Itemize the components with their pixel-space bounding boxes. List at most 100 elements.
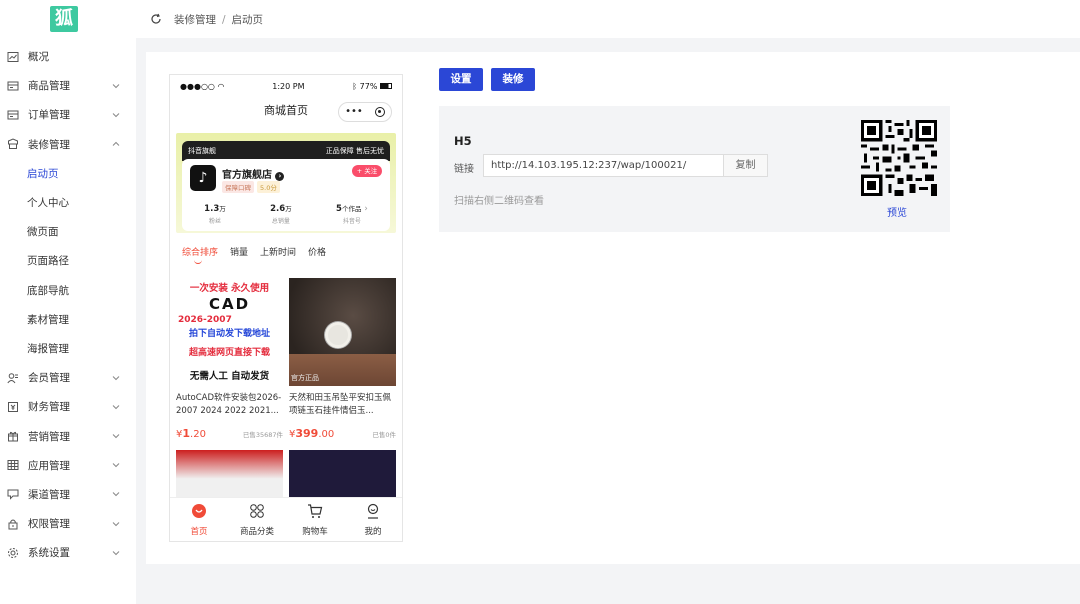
sidebar-item-label: 商品管理 — [28, 80, 70, 93]
stat-works[interactable]: 5个作品 › 抖音号 — [336, 203, 368, 225]
sidebar-item-label: 底部导航 — [27, 284, 69, 297]
refresh-icon[interactable] — [150, 13, 162, 25]
lock-icon — [6, 517, 20, 531]
sidebar-item-posters[interactable]: 海报管理 — [0, 334, 136, 363]
goods-card[interactable]: 一次安装 永久使用 CAD 2026-2007 拍下自动发下载地址 超高速网页直… — [176, 278, 283, 440]
store-name: 官方旗舰店 › — [222, 166, 285, 181]
chevron-down-icon — [112, 404, 120, 410]
chevron-down-icon — [112, 521, 120, 526]
sidebar-item-label: 财务管理 — [28, 401, 70, 414]
decorate-button[interactable]: 装修 — [491, 68, 535, 91]
tab-sales[interactable]: 销量 — [230, 245, 248, 265]
goods-image: 一次安装 永久使用 CAD 2026-2007 拍下自动发下载地址 超高速网页直… — [176, 278, 283, 386]
settings-button[interactable]: 设置 — [439, 68, 483, 91]
tiktok-logo-icon: ♪ — [190, 165, 216, 191]
breadcrumb-separator: / — [222, 13, 226, 26]
store-card[interactable]: ♪ 官方旗舰店 › 保障口碑 5.0分 + 关注 1.3万 粉丝 2.6万 总销… — [182, 159, 390, 231]
sidebar-item-permissions[interactable]: 权限管理 — [0, 509, 136, 538]
sidebar-item-label: 订单管理 — [28, 109, 70, 122]
goods-price-row: ¥399.00 已售0件 — [289, 427, 396, 440]
sidebar-item-label: 装修管理 — [28, 138, 70, 151]
sidebar-item-personal-center[interactable]: 个人中心 — [0, 188, 136, 217]
chevron-down-icon — [112, 375, 120, 380]
sidebar-item-marketing[interactable]: 营销管理 — [0, 421, 136, 450]
preview-link[interactable]: 预览 — [887, 204, 907, 219]
tab-cart[interactable]: 购物车 — [288, 503, 342, 537]
tab-newest[interactable]: 上新时间 — [260, 245, 296, 265]
phone-status-bar: ●●●○○ ◠ 1:20 PM ᛒ 77% — [170, 75, 402, 97]
sidebar-item-channels[interactable]: 渠道管理 — [0, 480, 136, 509]
tab-category[interactable]: 商品分类 — [230, 503, 284, 537]
mini-program-capsule[interactable]: ••• — [338, 102, 392, 122]
app-logo[interactable]: 狐 — [50, 6, 78, 32]
bottom-tab-bar: 首页 商品分类 购物车 我的 — [170, 497, 402, 541]
page-title: 商城首页 — [264, 104, 308, 117]
sidebar-item-label: 营销管理 — [28, 430, 70, 443]
signal-indicator: ●●●○○ ◠ — [180, 81, 225, 91]
sidebar-item-system-settings[interactable]: 系统设置 — [0, 538, 136, 567]
tab-comprehensive[interactable]: 综合排序 — [182, 245, 218, 265]
tab-home[interactable]: 首页 — [172, 503, 226, 537]
sidebar-item-label: 页面路径 — [27, 255, 69, 268]
sidebar-item-label: 海报管理 — [27, 342, 69, 355]
sidebar-item-overview[interactable]: 概况 — [0, 42, 136, 71]
store-tag: 保障口碑 — [222, 181, 254, 193]
breadcrumb: 装修管理 / 启动页 — [174, 12, 263, 27]
sidebar-item-goods[interactable]: 商品管理 — [0, 71, 136, 100]
sidebar-item-materials[interactable]: 素材管理 — [0, 305, 136, 334]
goods-card[interactable]: 官方正品 天然和田玉吊坠平安扣玉佩项链玉石挂件情侣玉... ¥399.00 已售… — [289, 278, 396, 440]
stat-fans: 1.3万 粉丝 — [204, 204, 226, 225]
sidebar-nav: 概况 商品管理 订单管理 装修管理 启动页 个人中心 微页面 页面路径 底部导航… — [0, 42, 136, 567]
breadcrumb-current: 启动页 — [231, 13, 264, 26]
goods-price-row: ¥1.20 已售35687件 — [176, 427, 283, 440]
tab-mine[interactable]: 我的 — [346, 503, 400, 537]
h5-info-card: H5 链接 http://14.103.195.12:237/wap/10002… — [439, 106, 950, 232]
sidebar-item-label: 系统设置 — [28, 547, 70, 560]
url-input[interactable]: http://14.103.195.12:237/wap/100021/ — [483, 154, 724, 177]
sidebar-item-launch-page[interactable]: 启动页 — [0, 159, 136, 188]
store-tags: 保障口碑 5.0分 — [222, 181, 280, 193]
goods-sold: 已售35687件 — [242, 431, 283, 439]
chevron-down-icon — [112, 463, 120, 468]
goods-image: 官方正品 — [289, 278, 396, 386]
copy-button[interactable]: 复制 — [723, 154, 768, 177]
sidebar-item-members[interactable]: 会员管理 — [0, 363, 136, 392]
sidebar-item-finance[interactable]: 财务管理 — [0, 392, 136, 421]
bluetooth-icon: ᛒ — [352, 81, 358, 91]
goods-image — [176, 450, 283, 498]
banner-left-text: 抖音旗舰 — [188, 147, 216, 155]
stat-sales: 2.6万 总销量 — [270, 204, 292, 225]
cart-icon — [308, 503, 323, 518]
scan-hint: 扫描右侧二维码查看 — [454, 196, 544, 207]
sidebar-item-label: 应用管理 — [28, 459, 70, 472]
apps-icon — [6, 458, 20, 472]
breadcrumb-parent[interactable]: 装修管理 — [174, 14, 216, 26]
chevron-right-icon: › — [364, 204, 368, 214]
link-label: 链接 — [454, 164, 474, 175]
sidebar-item-micro-page[interactable]: 微页面 — [0, 217, 136, 246]
sidebar-item-orders[interactable]: 订单管理 — [0, 100, 136, 129]
sidebar-item-label: 权限管理 — [28, 518, 70, 531]
more-icon[interactable]: ••• — [345, 103, 363, 121]
tab-price[interactable]: 价格 — [308, 245, 326, 265]
store-stats: 1.3万 粉丝 2.6万 总销量 5个作品 › 抖音号 — [182, 203, 390, 225]
sidebar-item-label: 微页面 — [27, 226, 59, 239]
sidebar-item-apps[interactable]: 应用管理 — [0, 451, 136, 480]
sidebar-item-decoration[interactable]: 装修管理 — [0, 130, 136, 159]
goods-card[interactable] — [176, 450, 283, 498]
battery-icon — [379, 83, 392, 89]
banner-right-text: 正品保障 售后无忧 — [325, 147, 384, 155]
goods-price: ¥1.20 — [176, 427, 206, 440]
goods-card[interactable] — [289, 450, 396, 498]
sidebar-item-page-path[interactable]: 页面路径 — [0, 246, 136, 275]
home-icon — [192, 503, 206, 518]
follow-button[interactable]: + 关注 — [352, 165, 382, 177]
chevron-down-icon — [112, 113, 120, 118]
close-target-icon[interactable] — [374, 107, 385, 117]
goods-title: 天然和田玉吊坠平安扣玉佩项链玉石挂件情侣玉... — [289, 393, 392, 416]
sidebar-item-bottom-nav[interactable]: 底部导航 — [0, 276, 136, 305]
store-banner: 抖音旗舰 正品保障 售后无忧 ♪ 官方旗舰店 › 保障口碑 5.0分 + 关注 … — [176, 133, 396, 233]
banner-header: 抖音旗舰 正品保障 售后无忧 — [182, 141, 390, 161]
battery-indicator: ᛒ 77% — [352, 82, 392, 91]
status-time: 1:20 PM — [272, 81, 305, 91]
